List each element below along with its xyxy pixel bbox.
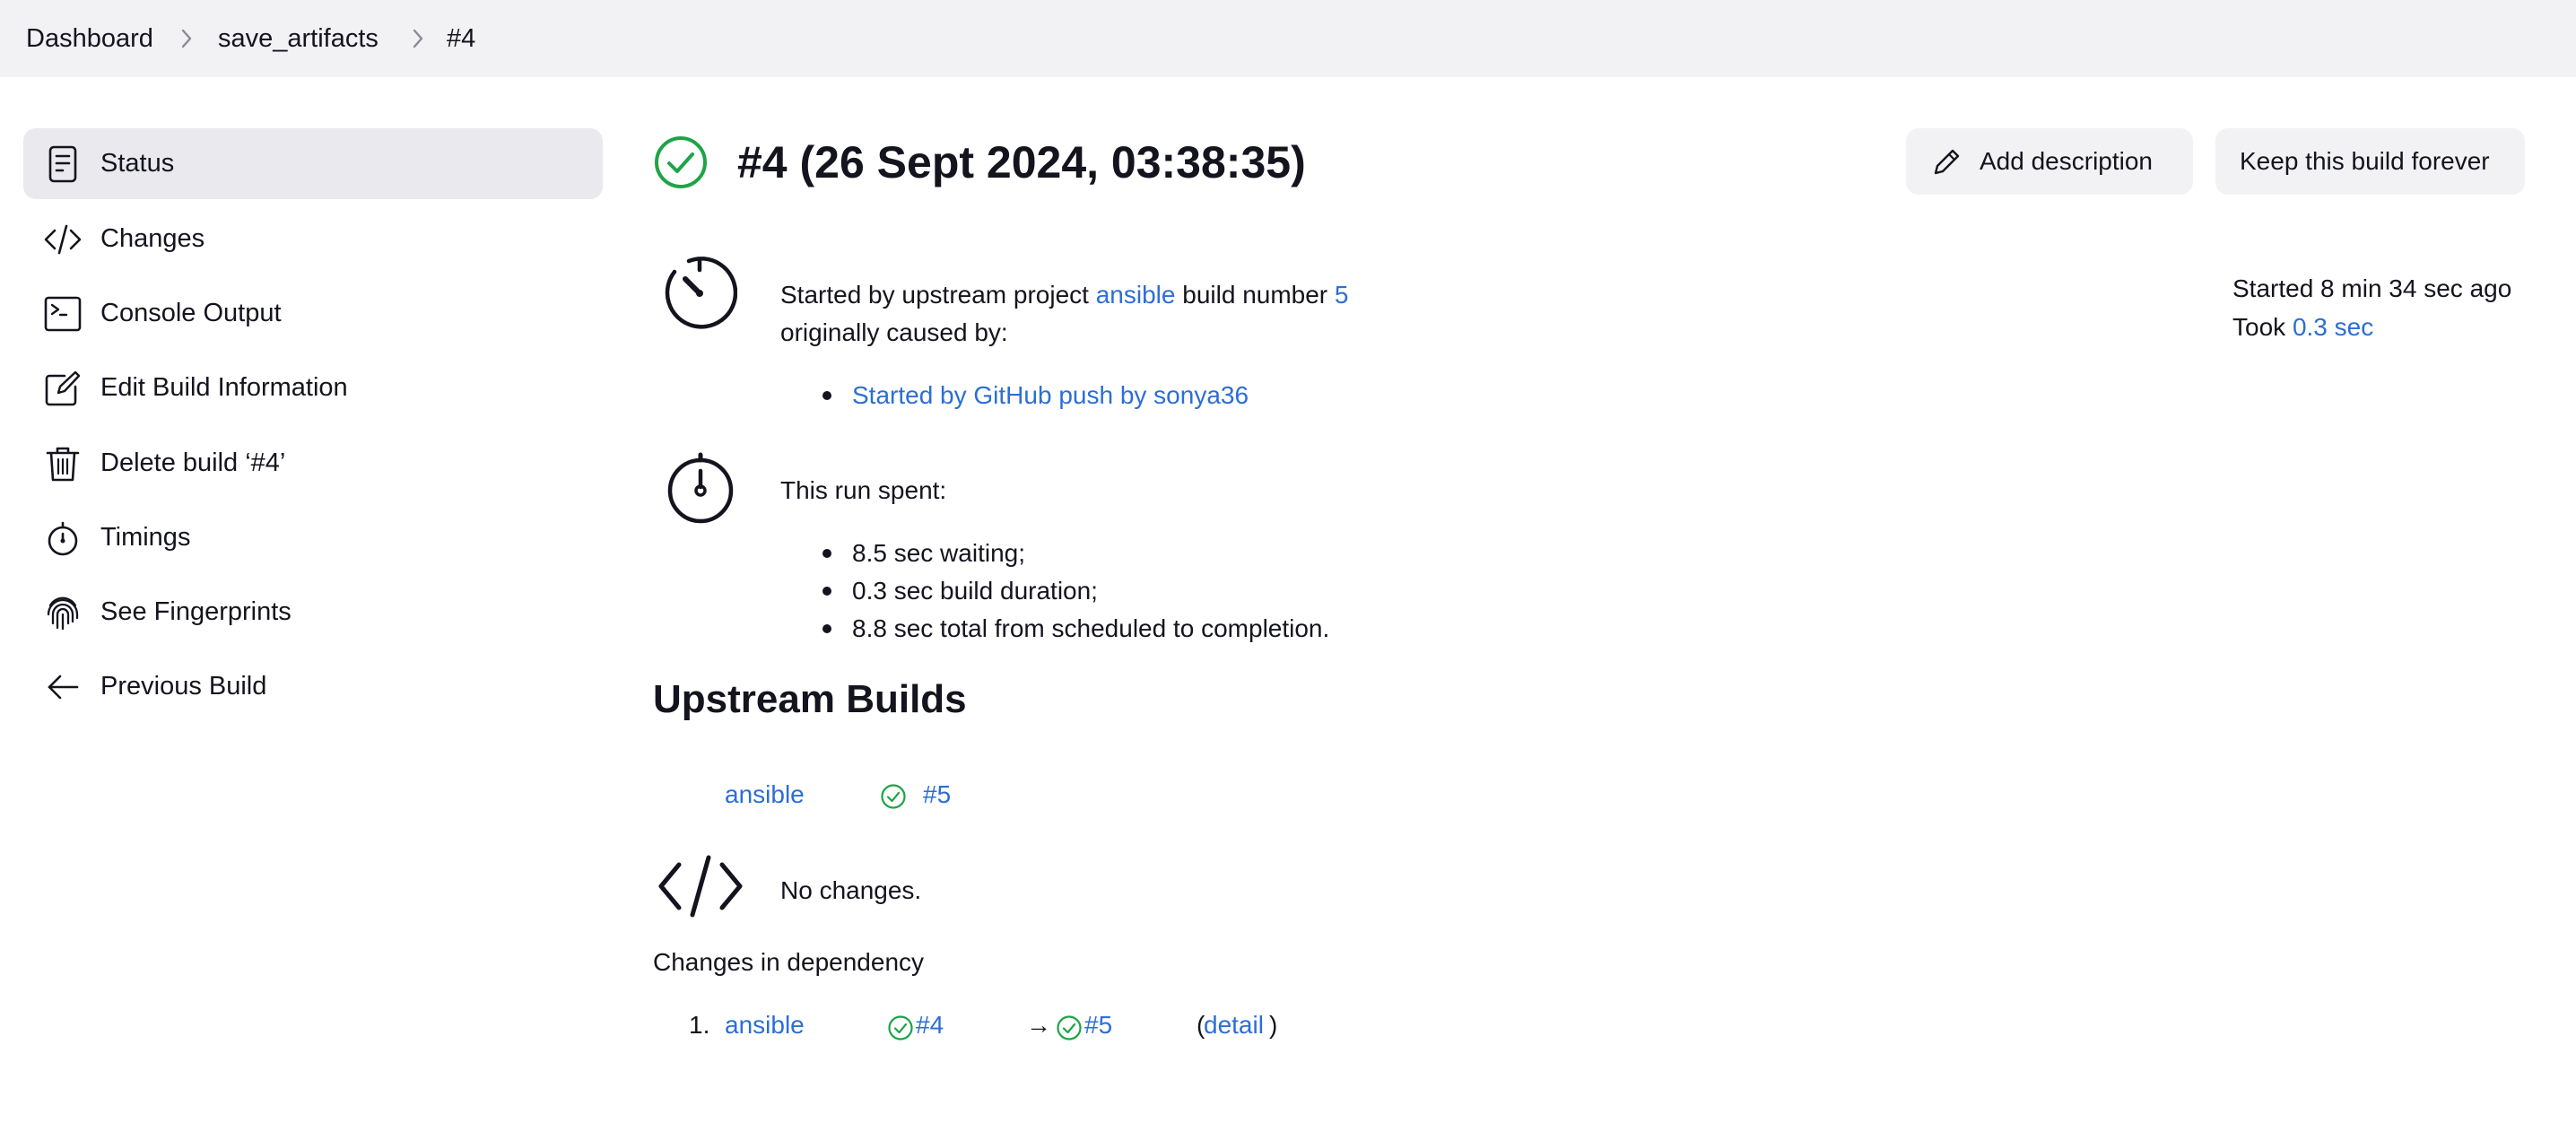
- upstream-builds-heading: Upstream Builds: [653, 677, 967, 721]
- upstream-project-link[interactable]: ansible: [1096, 281, 1176, 309]
- no-changes-text: No changes.: [780, 876, 922, 904]
- add-description-button[interactable]: Add description: [1906, 128, 2193, 195]
- keep-build-forever-label: Keep this build forever: [2240, 147, 2490, 175]
- keep-build-forever-button[interactable]: Keep this build forever: [2215, 128, 2525, 195]
- cause-prefix: Started by upstream project: [780, 281, 1089, 309]
- fingerprint-icon: [43, 593, 83, 632]
- detail-link[interactable]: detail: [1204, 1008, 1264, 1042]
- edit-icon: [43, 369, 83, 408]
- list-bullet: [822, 587, 831, 596]
- cause-middle: build number: [1182, 281, 1328, 309]
- run-spent-heading: This run spent:: [780, 476, 947, 504]
- sidebar-item-label: See Fingerprints: [100, 597, 292, 626]
- took-text: Took 0.3 sec: [2232, 310, 2373, 344]
- timing-waiting: 8.5 sec waiting;: [852, 539, 1025, 567]
- took-duration-link[interactable]: 0.3 sec: [2293, 313, 2373, 341]
- cause-line: Started by upstream project ansible buil…: [780, 278, 1348, 312]
- stopwatch-icon: [664, 451, 737, 531]
- chevron-right-icon: [179, 26, 194, 56]
- breadcrumb: Dashboard save_artifacts #4: [0, 0, 2576, 77]
- github-push-cause-link[interactable]: Started by GitHub push by sonya36: [852, 379, 1249, 413]
- sidebar-item-edit-build-information[interactable]: Edit Build Information: [23, 353, 603, 423]
- success-check-icon: [1056, 1014, 1083, 1046]
- page-title: #4 (26 Sept 2024, 03:38:35): [737, 137, 1306, 187]
- chevron-right-icon: [411, 26, 425, 56]
- sidebar-item-label: Console Output: [100, 299, 282, 327]
- sidebar-item-changes[interactable]: Changes: [23, 204, 603, 274]
- dependency-index: 1.: [689, 1011, 710, 1039]
- dependency-arrow: →: [1026, 1011, 1051, 1039]
- sidebar-item-label: Timings: [100, 523, 191, 552]
- sidebar-item-console-output[interactable]: Console Output: [23, 278, 603, 349]
- list-bullet: [822, 624, 831, 633]
- started-ago-text: Started 8 min 34 sec ago: [2232, 274, 2512, 302]
- stopwatch-icon: [43, 518, 83, 558]
- list-bullet: [822, 549, 831, 558]
- breadcrumb-job[interactable]: save_artifacts: [218, 22, 379, 56]
- sidebar-item-status[interactable]: Status: [23, 128, 603, 199]
- sidebar-item-see-fingerprints[interactable]: See Fingerprints: [23, 577, 603, 648]
- changes-in-dependency-heading: Changes in dependency: [653, 948, 925, 976]
- document-icon: [43, 144, 83, 184]
- list-bullet: [822, 391, 831, 400]
- dependency-to-build-link[interactable]: #5: [1084, 1008, 1112, 1042]
- sidebar-item-timings[interactable]: Timings: [23, 502, 603, 573]
- upstream-build-link[interactable]: #5: [923, 778, 951, 812]
- trash-icon: [43, 444, 83, 483]
- pencil-icon: [1931, 147, 1962, 184]
- sidebar-item-label: Delete build ‘#4’: [100, 448, 286, 477]
- success-check-icon: [653, 135, 709, 195]
- originally-caused-text: originally caused by:: [780, 318, 1008, 346]
- upstream-build-number-link[interactable]: 5: [1335, 281, 1349, 309]
- breadcrumb-build[interactable]: #4: [447, 22, 475, 56]
- dependency-from-build-link[interactable]: #4: [916, 1008, 944, 1042]
- dependency-project-link[interactable]: ansible: [725, 1008, 805, 1042]
- timing-build-duration: 0.3 sec build duration;: [852, 577, 1098, 605]
- sidebar-item-label: Edit Build Information: [100, 373, 348, 402]
- code-icon: [657, 854, 744, 923]
- sidebar-item-delete-build[interactable]: Delete build ‘#4’: [23, 428, 603, 499]
- add-description-label: Add description: [1980, 147, 2154, 175]
- sidebar-item-label: Previous Build: [100, 672, 267, 701]
- sidebar-item-previous-build[interactable]: Previous Build: [23, 651, 603, 722]
- success-check-icon: [880, 783, 907, 814]
- upstream-project-link[interactable]: ansible: [725, 778, 805, 812]
- took-prefix: Took: [2232, 313, 2286, 341]
- sidebar-item-label: Status: [100, 149, 175, 178]
- arrow-left-icon: [43, 667, 83, 707]
- detail-close-paren: ): [1269, 1011, 1278, 1039]
- breadcrumb-dashboard[interactable]: Dashboard: [26, 22, 153, 56]
- success-check-icon: [887, 1014, 914, 1046]
- code-icon: [43, 220, 83, 259]
- terminal-icon: [43, 294, 83, 334]
- speedometer-icon: [662, 256, 738, 335]
- sidebar-item-label: Changes: [100, 224, 205, 253]
- timing-total: 8.8 sec total from scheduled to completi…: [852, 614, 1330, 642]
